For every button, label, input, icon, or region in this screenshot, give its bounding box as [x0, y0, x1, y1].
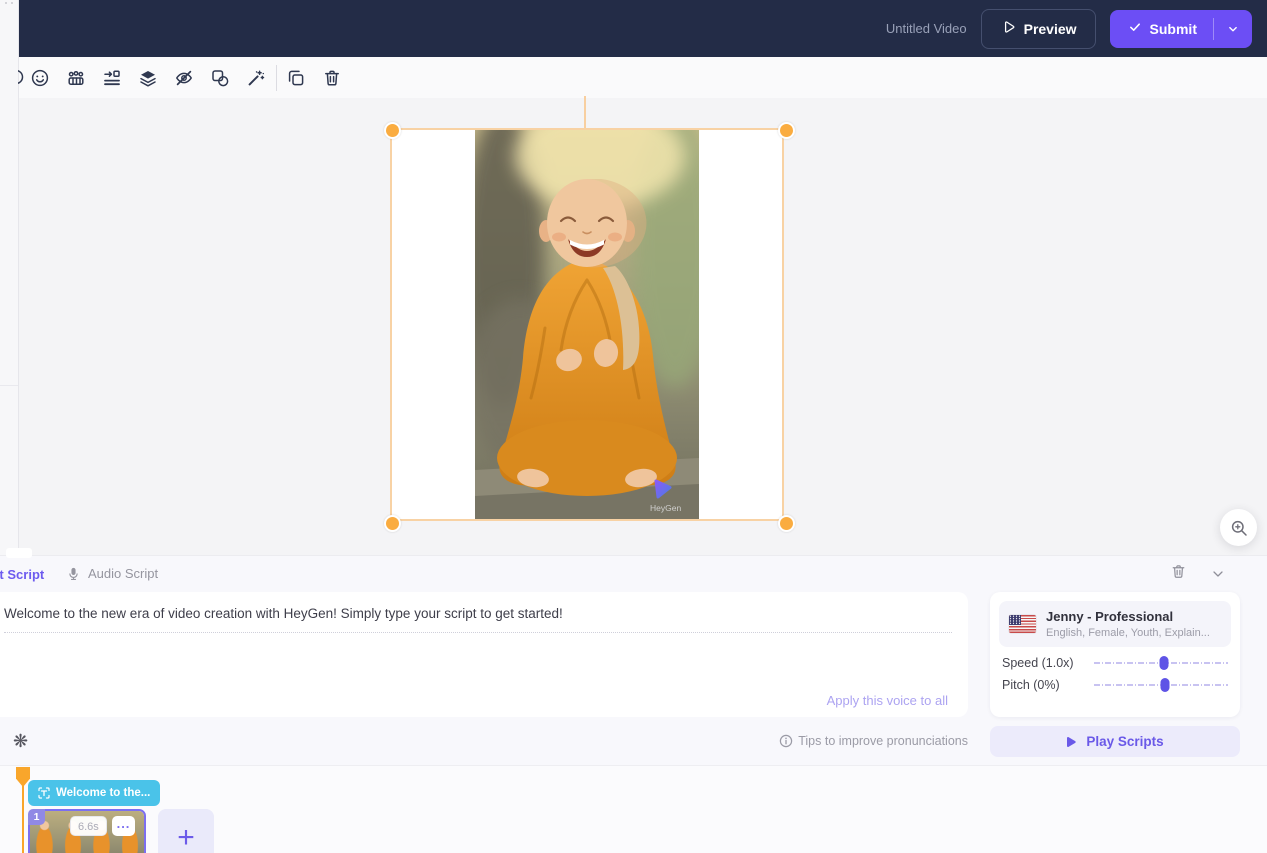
tab-text-script[interactable]: Text Script: [0, 567, 44, 582]
magic-wand-icon[interactable]: [246, 68, 266, 88]
resize-handle-bottom-right[interactable]: [778, 515, 795, 532]
us-flag-icon: [1009, 615, 1036, 633]
speed-row: Speed (1.0x): [1002, 656, 1228, 670]
text-element-icon: [38, 787, 50, 799]
chevron-down-icon: [1226, 22, 1240, 36]
heygen-editor: Untitled Video Preview Submit: [0, 0, 1267, 853]
thumbnail-frame: [144, 811, 146, 853]
panel-corner-fragment: [6, 548, 32, 558]
resize-handle-top-left[interactable]: [384, 122, 401, 139]
resize-handle-bottom-left[interactable]: [384, 515, 401, 532]
tips-label: Tips to improve pronunciations: [798, 734, 968, 748]
voice-attributes: English, Female, Youth, Explain...: [1046, 627, 1210, 639]
top-navbar: Untitled Video Preview Submit: [18, 0, 1267, 57]
scene-more-button[interactable]: ...: [112, 816, 135, 836]
magnifier-plus-icon: [1230, 519, 1248, 537]
pronunciation-tips-link[interactable]: Tips to improve pronunciations: [779, 734, 968, 748]
playhead-line: [22, 785, 24, 853]
voice-meta: Jenny - Professional English, Female, Yo…: [1046, 609, 1210, 639]
emoji-icon[interactable]: [30, 68, 50, 88]
play-scripts-button[interactable]: Play Scripts: [990, 726, 1240, 757]
sidebar-fragment-dots: [3, 1, 15, 5]
rotation-handle-line[interactable]: [584, 96, 586, 128]
pitch-slider[interactable]: [1094, 678, 1228, 692]
layers-icon[interactable]: [138, 68, 158, 88]
play-filled-icon: [1066, 736, 1077, 748]
play-scripts-label: Play Scripts: [1086, 734, 1163, 749]
script-editor[interactable]: Welcome to the new era of video creation…: [0, 592, 968, 717]
check-icon: [1128, 20, 1142, 37]
zoom-button[interactable]: [1220, 509, 1257, 546]
duplicate-icon[interactable]: [286, 68, 306, 88]
submit-label: Submit: [1150, 21, 1197, 37]
audio-script-label: Audio Script: [88, 566, 158, 581]
preview-button[interactable]: Preview: [981, 9, 1096, 49]
delete-icon[interactable]: [322, 68, 342, 88]
toolbar-divider: [276, 65, 277, 91]
scene-number-badge: 1: [28, 809, 45, 825]
video-title[interactable]: Untitled Video: [886, 21, 967, 36]
delete-script-icon[interactable]: [1170, 563, 1187, 585]
cut-off-sidebar: [0, 0, 19, 555]
script-segment-text[interactable]: Welcome to the new era of video creation…: [4, 606, 940, 621]
timeline-caption-pill[interactable]: Welcome to the...: [28, 780, 160, 806]
gpt-script-assistant-icon[interactable]: ❋: [13, 731, 28, 752]
selection-border: [390, 128, 784, 521]
scene-duration[interactable]: 6.6s: [70, 816, 107, 836]
voice-selector[interactable]: Jenny - Professional English, Female, Yo…: [999, 601, 1231, 647]
audience-icon[interactable]: [66, 68, 86, 88]
resize-handle-top-right[interactable]: [778, 122, 795, 139]
segment-separator: [4, 632, 952, 633]
collapse-panel-icon[interactable]: [1210, 566, 1226, 587]
caption-text: Welcome to the...: [56, 787, 150, 799]
preview-label: Preview: [1024, 21, 1077, 37]
transition-icon[interactable]: [102, 68, 122, 88]
sidebar-divider: [0, 385, 18, 386]
voice-name: Jenny - Professional: [1046, 609, 1210, 624]
submit-split-button: Submit: [1110, 10, 1252, 48]
tab-audio-script[interactable]: Audio Script: [66, 565, 158, 582]
voice-settings-card: Jenny - Professional English, Female, Yo…: [990, 592, 1240, 717]
pitch-label: Pitch (0%): [1002, 678, 1094, 692]
pitch-slider-thumb[interactable]: [1161, 678, 1170, 692]
speed-label: Speed (1.0x): [1002, 656, 1094, 670]
hide-icon[interactable]: [174, 68, 194, 88]
microphone-icon: [66, 565, 81, 582]
play-outline-icon: [1000, 19, 1016, 38]
shapes-icon[interactable]: [210, 68, 230, 88]
speed-slider-thumb[interactable]: [1159, 656, 1168, 670]
apply-voice-to-all-link[interactable]: Apply this voice to all: [827, 693, 948, 708]
cut-off-icon[interactable]: [18, 68, 25, 88]
submit-button[interactable]: Submit: [1110, 20, 1213, 37]
pitch-row: Pitch (0%): [1002, 678, 1228, 692]
element-toolbar: [18, 57, 1267, 99]
submit-dropdown-button[interactable]: [1214, 22, 1252, 36]
info-icon: [779, 734, 793, 748]
add-scene-button[interactable]: +: [158, 809, 214, 853]
speed-slider[interactable]: [1094, 656, 1228, 670]
